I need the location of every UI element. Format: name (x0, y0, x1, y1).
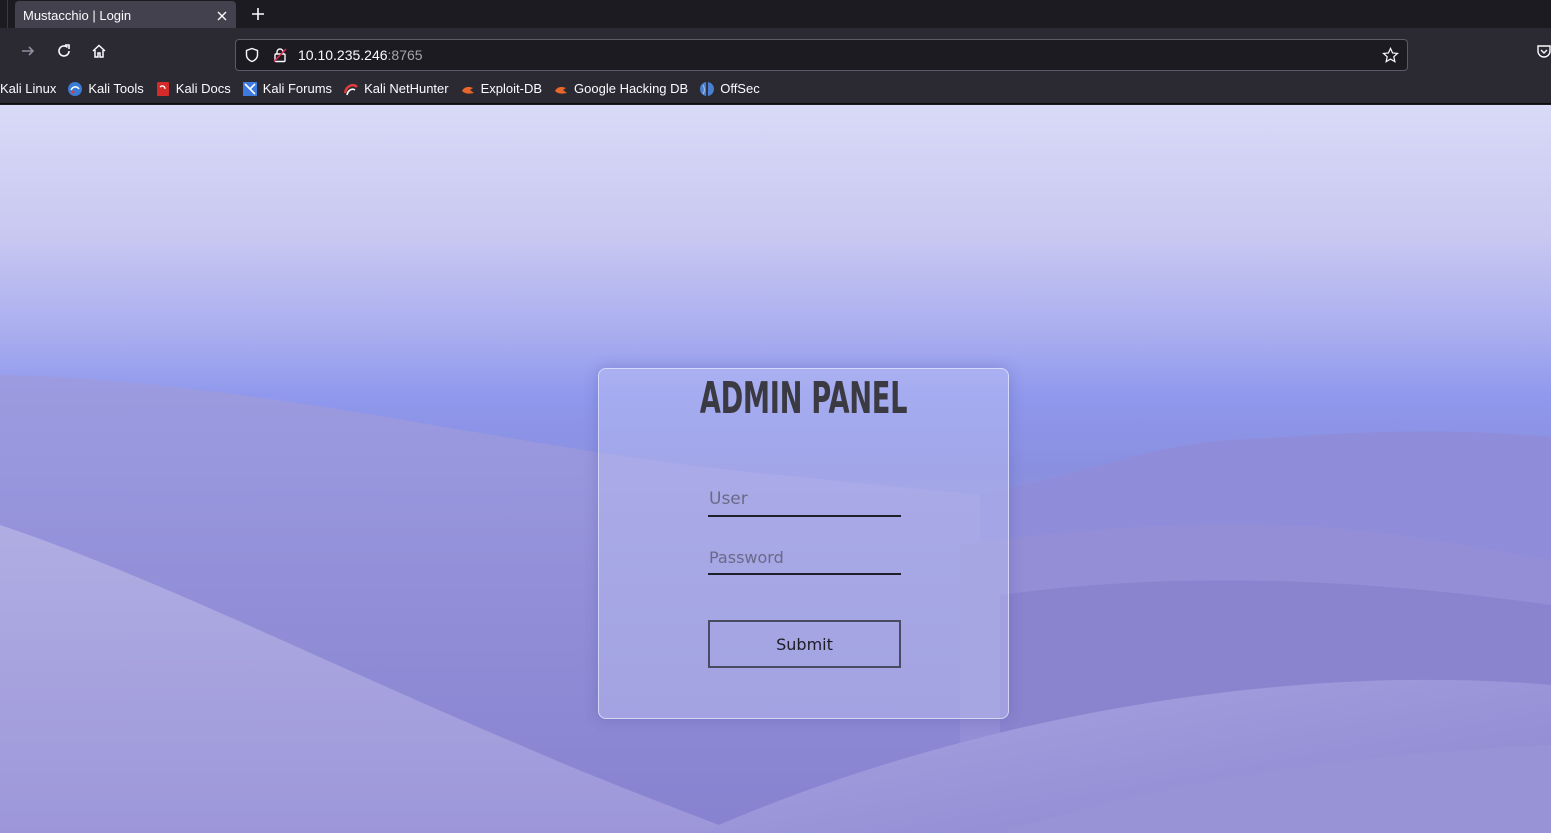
bookmark-label: Exploit-DB (480, 81, 543, 96)
bookmark-kali-docs[interactable]: Kali Docs (150, 77, 237, 101)
pocket-icon[interactable] (1532, 39, 1551, 63)
bookmark-label: Kali Docs (175, 81, 231, 96)
bookmark-label: Kali Linux (0, 81, 57, 96)
tab-strip: Mustacchio | Login (0, 0, 1551, 30)
kali-nethunter-icon (343, 81, 359, 97)
home-icon[interactable] (87, 39, 111, 63)
bookmark-offsec[interactable]: OffSec (694, 77, 766, 101)
login-panel: ADMIN PANEL Submit (598, 368, 1009, 719)
bookmarks-toolbar: Kali Linux Kali Tools Kali Docs Kali For… (0, 74, 1551, 104)
url-bar[interactable]: 10.10.235.246:8765 (235, 39, 1408, 71)
bookmark-label: OffSec (720, 81, 760, 96)
username-field[interactable] (708, 483, 901, 517)
bookmark-kali-forums[interactable]: Kali Forums (237, 77, 338, 101)
bookmark-label: Kali Forums (262, 81, 333, 96)
insecure-lock-icon[interactable] (266, 41, 294, 69)
url-host: 10.10.235.246 (298, 47, 388, 63)
password-field[interactable] (708, 541, 901, 575)
reload-icon[interactable] (52, 39, 76, 63)
bookmark-kali-tools[interactable]: Kali Tools (62, 77, 149, 101)
url-text[interactable]: 10.10.235.246:8765 (298, 47, 1375, 63)
bookmark-google-hacking-db[interactable]: Google Hacking DB (548, 77, 694, 101)
kali-tools-icon (67, 81, 83, 97)
bookmark-star-icon[interactable] (1375, 40, 1405, 70)
kali-forums-icon (242, 81, 258, 97)
page-viewport: ADMIN PANEL Submit (0, 105, 1551, 833)
new-tab-icon[interactable] (246, 2, 270, 26)
bookmark-kali-linux[interactable]: Kali Linux (0, 77, 62, 101)
submit-button[interactable]: Submit (708, 620, 901, 668)
exploit-db-icon (460, 81, 476, 97)
bookmark-label: Kali Tools (88, 81, 144, 96)
forward-arrow-icon[interactable] (16, 39, 40, 63)
browser-tab[interactable]: Mustacchio | Login (15, 1, 236, 30)
tracking-protection-shield-icon[interactable] (238, 41, 266, 69)
tab-title: Mustacchio | Login (23, 8, 132, 23)
navigation-toolbar: 10.10.235.246:8765 (0, 28, 1551, 74)
tab-strip-edge (7, 0, 8, 28)
bookmark-kali-nethunter[interactable]: Kali NetHunter (338, 77, 455, 101)
bookmark-exploit-db[interactable]: Exploit-DB (455, 77, 548, 101)
kali-docs-icon (155, 81, 171, 97)
panel-title: ADMIN PANEL (699, 373, 908, 424)
url-port: :8765 (387, 47, 423, 63)
google-hacking-db-icon (553, 81, 569, 97)
close-icon[interactable] (210, 4, 234, 28)
bookmark-label: Kali NetHunter (364, 81, 449, 96)
offsec-icon (699, 81, 715, 97)
bookmark-label: Google Hacking DB (574, 81, 689, 96)
